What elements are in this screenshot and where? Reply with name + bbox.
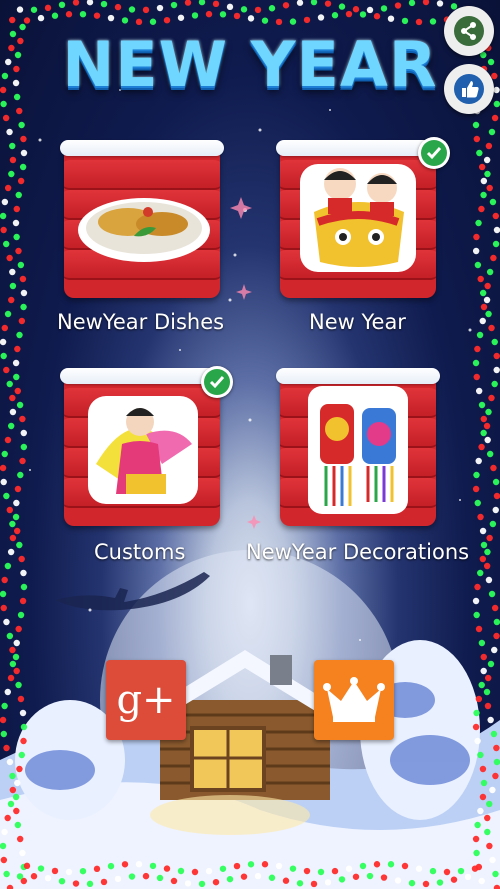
category-card-customs[interactable]	[60, 368, 224, 528]
category-label-decorations[interactable]: NewYear Decorations	[246, 540, 469, 564]
share-icon	[454, 16, 484, 46]
fan-dancer-icon	[88, 396, 198, 504]
app-title: NEW YEAR	[62, 28, 438, 101]
snow-cap	[276, 368, 440, 384]
google-plus-icon: g+	[116, 677, 176, 723]
google-plus-button[interactable]: g+	[106, 660, 186, 740]
lion-dance-dolls-icon	[300, 164, 416, 272]
category-label-customs[interactable]: Customs	[94, 540, 185, 564]
category-card-new-year[interactable]	[276, 140, 440, 300]
category-label-dishes[interactable]: NewYear Dishes	[57, 310, 224, 334]
premium-button[interactable]	[314, 660, 394, 740]
chinese-knots-icon	[308, 386, 408, 514]
dish-icon	[78, 198, 210, 262]
category-card-decorations[interactable]	[276, 368, 440, 528]
checkmark-icon	[204, 369, 230, 395]
crown-icon	[323, 677, 385, 722]
category-card-dishes[interactable]	[60, 140, 224, 300]
thumbs-up-icon	[454, 74, 484, 104]
category-label-new-year[interactable]: New Year	[309, 310, 406, 334]
snow-cap	[276, 140, 440, 156]
check-badge-new-year	[418, 137, 450, 169]
like-button[interactable]	[444, 64, 494, 114]
snow-cap	[60, 140, 224, 156]
snow-cap	[60, 368, 224, 384]
share-button[interactable]	[444, 6, 494, 56]
check-badge-customs	[201, 366, 233, 398]
checkmark-icon	[421, 140, 447, 166]
